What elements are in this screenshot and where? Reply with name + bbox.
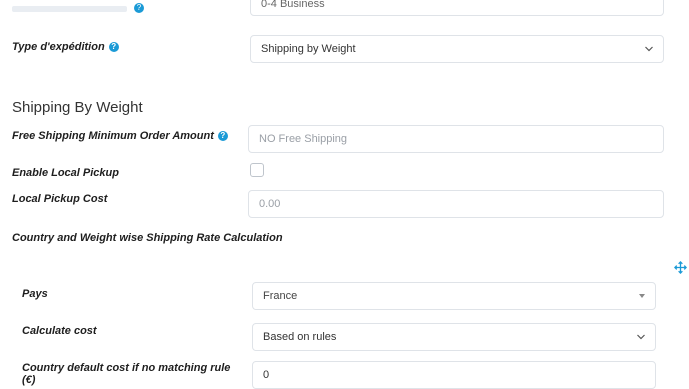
top-cut-value: 0-4 Business (261, 0, 325, 10)
free-shipping-placeholder: NO Free Shipping (259, 133, 348, 145)
calc-cost-value: Based on rules (263, 331, 337, 343)
default-cost-value: 0 (263, 369, 270, 381)
local-pickup-label: Enable Local Pickup (12, 167, 119, 179)
calc-cost-select[interactable]: Based on rules (252, 323, 656, 351)
default-cost-input[interactable]: 0 (252, 361, 656, 389)
calc-cost-label: Calculate cost (22, 325, 97, 337)
top-cut-label-bar (12, 6, 127, 12)
shipping-type-value: Shipping by Weight (261, 43, 356, 55)
shipping-type-label: Type d'expédition? (12, 41, 119, 53)
info-icon[interactable]: ? (217, 131, 228, 142)
pays-label: Pays (22, 288, 48, 300)
pays-select[interactable]: France (252, 282, 656, 310)
shipping-type-select[interactable]: Shipping by Weight (250, 35, 664, 63)
pickup-cost-placeholder: 0.00 (259, 198, 281, 210)
info-icon[interactable]: ? (134, 3, 144, 13)
local-pickup-checkbox[interactable] (250, 163, 264, 177)
pays-value: France (263, 290, 298, 302)
pickup-cost-label: Local Pickup Cost (12, 193, 108, 205)
default-cost-label: Country default cost if no matching rule… (22, 362, 231, 386)
top-cut-field[interactable]: 0-4 Business (250, 0, 664, 16)
chevron-down-icon (645, 46, 653, 52)
country-weight-heading: Country and Weight wise Shipping Rate Ca… (12, 232, 283, 244)
free-shipping-input[interactable]: NO Free Shipping (248, 125, 664, 153)
free-shipping-label: Free Shipping Minimum Order Amount? (12, 130, 228, 142)
pickup-cost-input[interactable]: 0.00 (248, 190, 664, 218)
info-icon[interactable]: ? (108, 42, 119, 53)
section-title: Shipping By Weight (12, 99, 143, 116)
chevron-down-icon (637, 334, 645, 340)
move-icon[interactable] (674, 261, 687, 274)
caret-down-icon (639, 294, 645, 298)
